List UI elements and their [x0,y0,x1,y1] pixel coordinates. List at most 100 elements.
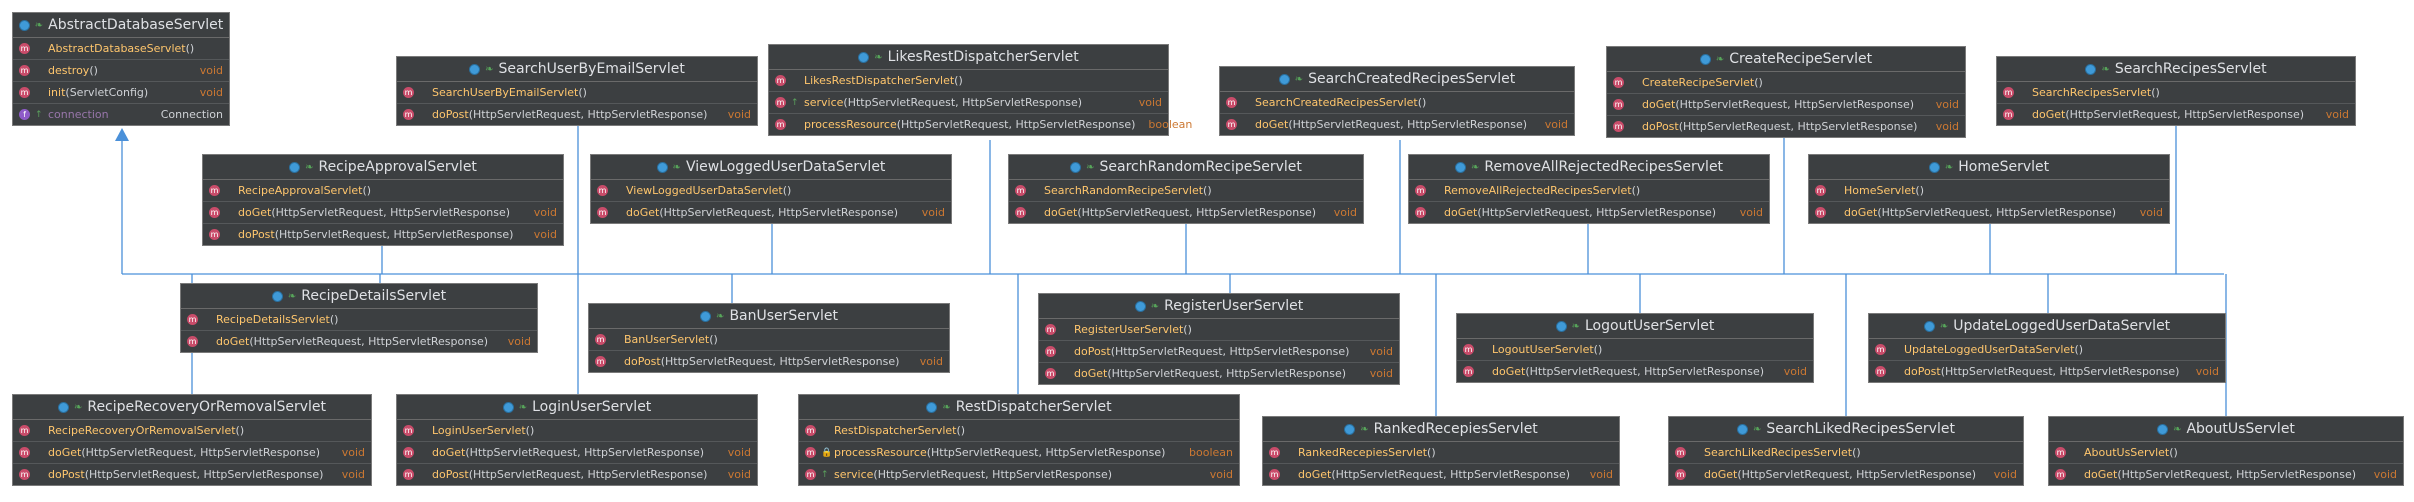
method-row[interactable]: m doGet(HttpServletRequest, HttpServletRe… [1263,463,1619,485]
method-row[interactable]: m doGet(HttpServletRequest, HttpServletRe… [397,441,757,463]
member-args: (HttpServletRequest, HttpServletResponse… [1675,98,1915,111]
class-box-recipe-details[interactable]: ❧ RecipeDetailsServlet m RecipeDetailsServl… [180,283,538,353]
method-row[interactable]: m SearchRandomRecipeServlet() [1009,180,1363,201]
method-row[interactable]: m RecipeRecoveryOrRemovalServlet() [13,420,371,441]
method-row[interactable]: m doPost(HttpServletRequest, HttpServletR… [1039,340,1399,362]
class-title: LoginUserServlet [532,399,652,415]
class-box-home[interactable]: ❧ HomeServlet m HomeServlet() m doGet(HttpSer… [1808,154,2170,224]
method-icon: m [1675,447,1686,458]
class-box-view-logged-user[interactable]: ❧ ViewLoggedUserDataServlet m ViewLoggedUse… [590,154,952,224]
member-args: () [525,424,535,437]
method-row[interactable]: m RemoveAllRejectedRecipesServlet() [1409,180,1769,201]
method-row[interactable]: m LikesRestDispatcherServlet() [769,70,1168,91]
member-args: () [1915,184,1924,197]
class-box-search-recipes[interactable]: ❧ SearchRecipesServlet m SearchRecipesServl… [1996,56,2356,126]
method-row[interactable]: m doGet(HttpServletRequest, HttpServletRe… [591,201,951,223]
method-row[interactable]: m doGet(HttpServletRequest, HttpServletRe… [1809,201,2169,223]
method-row[interactable]: m doGet(HttpServletRequest, HttpServletRe… [2049,463,2403,485]
method-row[interactable]: m doPost(HttpServletRequest, HttpServletR… [1607,115,1965,137]
member-args: (HttpServletRequest, HttpServletResponse… [659,206,899,219]
class-box-remove-rejected[interactable]: ❧ RemoveAllRejectedRecipesServlet m RemoveA… [1408,154,1770,224]
class-box-search-random[interactable]: ❧ SearchRandomRecipeServlet m SearchRandomR… [1008,154,1364,224]
class-box-create-recipe[interactable]: ❧ CreateRecipeServlet m CreateRecipeServlet… [1606,46,1966,138]
member-name: AboutUsServlet [2084,446,2170,459]
method-row[interactable]: m LogoutUserServlet() [1457,339,1813,360]
method-row[interactable]: m doGet(HttpServletRequest, HttpServletRe… [1409,201,1769,223]
return-type: void [727,468,751,481]
class-box-abstract-db[interactable]: ❧ AbstractDatabaseServlet m AbstractDatabas… [12,12,230,126]
method-row[interactable]: m doPost(HttpServletRequest, HttpServletR… [397,463,757,485]
method-row[interactable]: m doPost(HttpServletRequest, HttpServletR… [13,463,371,485]
method-row[interactable]: m 🔒 processResource(HttpServletRequest, Ht… [799,441,1239,463]
method-row[interactable]: m SearchUserByEmailServlet() [397,82,757,103]
method-row[interactable]: m doGet(HttpServletRequest, HttpServletRe… [1607,93,1965,115]
class-box-search-liked[interactable]: ❧ SearchLikedRecipesServlet m SearchLikedRe… [1668,416,2024,486]
method-row[interactable]: m processResource(HttpServletRequest, Htt… [769,113,1192,135]
method-row[interactable]: m destroy() void [13,59,229,81]
method-icon: m [1613,99,1624,110]
class-box-logout-user[interactable]: ❧ LogoutUserServlet m LogoutUserServlet() m d… [1456,313,1814,383]
method-row[interactable]: m LoginUserServlet() [397,420,757,441]
method-row[interactable]: m RestDispatcherServlet() [799,420,1239,441]
member-args: (HttpServletRequest, HttpServletResponse… [873,468,1113,481]
class-title: SearchCreatedRecipesServlet [1308,71,1516,87]
method-row[interactable]: m doGet(HttpServletRequest, HttpServletRe… [1220,113,1574,135]
method-row[interactable]: m doPost(HttpServletRequest, HttpServletR… [589,350,949,372]
method-row[interactable]: m doGet(HttpServletRequest, HttpServletRe… [1457,360,1813,382]
class-box-rest-dispatcher[interactable]: ❧ RestDispatcherServlet m RestDispatcherSer… [798,394,1240,486]
class-icon [1070,161,1082,173]
class-box-about-us[interactable]: ❧ AboutUsServlet m AboutUsServlet() m doGet(H… [2048,416,2404,486]
return-type: void [507,335,531,348]
class-header: ❧ SearchRandomRecipeServlet [1009,155,1363,180]
method-row[interactable]: m doGet(HttpServletRequest, HttpServletRe… [203,201,563,223]
method-row[interactable]: m doPost(HttpServletRequest, HttpServletR… [203,223,563,245]
method-icon: m [1015,185,1026,196]
method-row[interactable]: m RecipeApprovalServlet() [203,180,563,201]
method-row[interactable]: m AbstractDatabaseServlet() [13,38,229,59]
leaf-icon: ❧ [287,290,297,302]
method-row[interactable]: m doGet(HttpServletRequest, HttpServletRe… [13,441,371,463]
method-row[interactable]: m ↑ service(HttpServletRequest, HttpServle… [769,91,1168,113]
class-box-update-logged-user[interactable]: ❧ UpdateLoggedUserDataServlet m UpdateLogge… [1868,313,2226,383]
method-row[interactable]: m RankedRecepiesServlet() [1263,442,1619,463]
member-name: RegisterUserServlet [1074,323,1184,336]
method-row[interactable]: m doGet(HttpServletRequest, HttpServletRe… [1997,103,2355,125]
method-row[interactable]: m doGet(HttpServletRequest, HttpServletRe… [1039,362,1399,384]
method-row[interactable]: m BanUserServlet() [589,329,949,350]
method-row[interactable]: m ViewLoggedUserDataServlet() [591,180,951,201]
method-row[interactable]: m UpdateLoggedUserDataServlet() [1869,339,2225,360]
class-box-search-user-email[interactable]: ❧ SearchUserByEmailServlet m SearchUserByEm… [396,56,758,126]
member-name: doPost [1904,365,1941,378]
method-row[interactable]: m HomeServlet() [1809,180,2169,201]
method-row[interactable]: m AboutUsServlet() [2049,442,2403,463]
class-box-recipe-approval[interactable]: ❧ RecipeApprovalServlet m RecipeApprovalSer… [202,154,564,246]
method-row[interactable]: m SearchRecipesServlet() [1997,82,2355,103]
class-box-ranked-recipes[interactable]: ❧ RankedRecepiesServlet m RankedRecepiesSer… [1262,416,1620,486]
class-box-recipe-recovery[interactable]: ❧ RecipeRecoveryOrRemovalServlet m RecipeRe… [12,394,372,486]
method-row[interactable]: m doGet(HttpServletRequest, HttpServletRe… [181,330,537,352]
class-box-login-user[interactable]: ❧ LoginUserServlet m LoginUserServlet() m doG… [396,394,758,486]
class-title: HomeServlet [1958,159,2050,175]
class-box-ban-user[interactable]: ❧ BanUserServlet m BanUserServlet() m doPost(… [588,303,950,373]
class-box-register-user[interactable]: ❧ RegisterUserServlet m RegisterUserServlet… [1038,293,1400,385]
class-header: ❧ AbstractDatabaseServlet [13,13,229,38]
method-row[interactable]: m doPost(HttpServletRequest, HttpServletR… [397,103,757,125]
method-row[interactable]: m doGet(HttpServletRequest, HttpServletRe… [1009,201,1363,223]
member-args: (HttpServletRequest, HttpServletResponse… [926,446,1166,459]
class-box-search-created[interactable]: ❧ SearchCreatedRecipesServlet m SearchCreat… [1219,66,1575,136]
field-row[interactable]: f ↑ connection Connection [13,103,229,125]
return-type: void [2325,108,2349,121]
method-row[interactable]: m ↑ service(HttpServletRequest, HttpServle… [799,463,1239,485]
method-icon: m [209,207,220,218]
member-args: () [2151,86,2160,99]
method-row[interactable]: m doGet(HttpServletRequest, HttpServletRe… [1669,463,2023,485]
method-row[interactable]: m init(ServletConfig) void [13,81,229,103]
method-row[interactable]: m RecipeDetailsServlet() [181,309,537,330]
class-box-likes-rest[interactable]: ❧ LikesRestDispatcherServlet m LikesRestDis… [768,44,1192,136]
method-row[interactable]: m SearchCreatedRecipesServlet() [1220,92,1574,113]
method-row[interactable]: m CreateRecipeServlet() [1607,72,1965,93]
method-icon: m [775,75,786,86]
method-row[interactable]: m RegisterUserServlet() [1039,319,1399,340]
method-row[interactable]: m SearchLikedRecipesServlet() [1669,442,2023,463]
method-row[interactable]: m doPost(HttpServletRequest, HttpServletR… [1869,360,2225,382]
